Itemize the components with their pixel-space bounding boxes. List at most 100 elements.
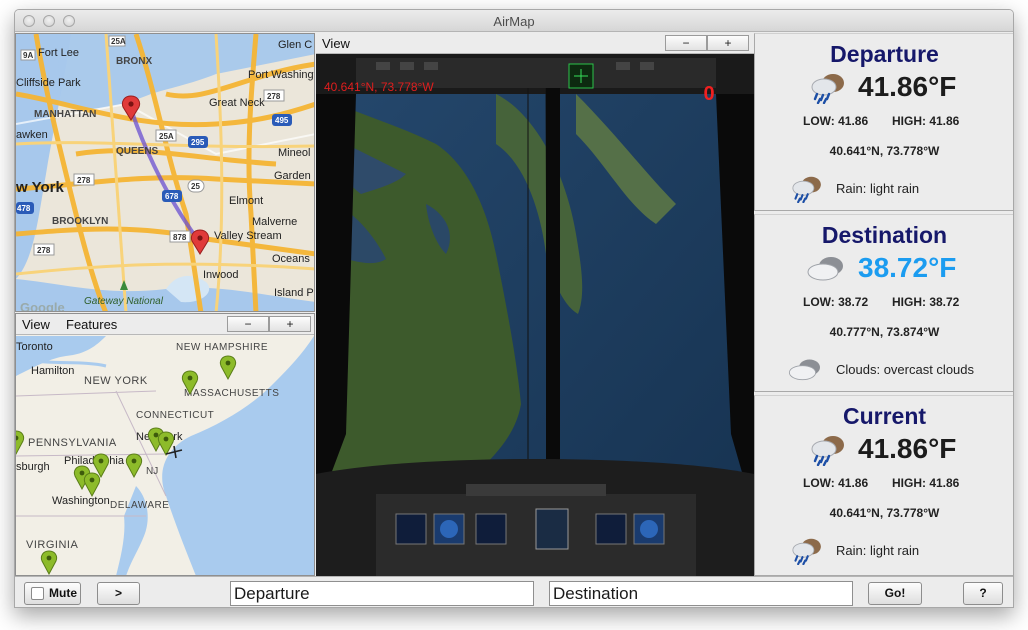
- route-shield-478: 478: [17, 204, 31, 213]
- current-conditions: Rain: light rain: [836, 543, 920, 558]
- title-bar: AirMap: [15, 10, 1013, 32]
- map-label-hawken: awken: [16, 129, 48, 141]
- region-label-massachusetts: MASSACHUSETTS: [184, 388, 279, 399]
- region-zoom-in-button[interactable]: +: [269, 316, 311, 332]
- map-label-fort-lee: Fort Lee: [38, 47, 79, 59]
- map-label-valley-stream: Valley Stream: [214, 230, 282, 242]
- rain-cloud-icon: [792, 538, 821, 565]
- route-shield-25a: 25A: [159, 132, 174, 141]
- departure-coordinates: 40.641°N, 73.778°W: [829, 144, 940, 158]
- route-shield-9a: 9A: [23, 51, 33, 60]
- region-label-toronto: Toronto: [16, 341, 53, 353]
- region-zoom-out-button[interactable]: −: [227, 316, 269, 332]
- current-weather-card: Current 41.86°F LOW: 41.86 HIGH: 41.86 4…: [754, 395, 1013, 576]
- map-label-garden: Garden: [274, 170, 311, 182]
- departure-input[interactable]: Departure: [230, 581, 534, 606]
- airport-pin-dot: [225, 360, 231, 366]
- region-label-nj: NJ: [146, 466, 158, 477]
- destination-conditions: Clouds: overcast clouds: [836, 362, 975, 377]
- help-button[interactable]: ?: [963, 582, 1003, 605]
- region-map[interactable]: View Features − + Toronto Hamilton NEW Y…: [15, 313, 315, 576]
- route-shield-878: 878: [173, 233, 187, 242]
- map-label-oceanside: Oceans: [272, 253, 310, 265]
- airport-pin-dot: [153, 432, 159, 438]
- cockpit-scene: [316, 54, 754, 576]
- map-label-elmont: Elmont: [229, 195, 263, 207]
- destination-high: HIGH: 38.72: [892, 295, 960, 309]
- rain-cloud-icon: [811, 74, 844, 104]
- destination-temperature: 38.72°F: [858, 252, 957, 283]
- airport-pin-dot: [163, 436, 169, 442]
- airport-pin-dot: [187, 375, 193, 381]
- map-label-glen-cove: Glen C: [278, 39, 312, 51]
- bottom-bar: Mute > Departure Destination Go! ?: [15, 576, 1013, 607]
- map-label-malverne: Malverne: [252, 216, 297, 228]
- region-menu-view[interactable]: View: [22, 317, 50, 332]
- cloud-icon: [807, 257, 843, 281]
- map-label-new-york: w York: [16, 179, 64, 196]
- region-label-washington: Washington: [52, 495, 110, 507]
- view-zoom-out-button[interactable]: −: [665, 35, 707, 51]
- route-shield-278-b: 278: [37, 246, 51, 255]
- altitude-readout: 0: [703, 83, 715, 105]
- weather-panel: Departure 41.86°F LOW: 41.86 HIGH: 41.86…: [754, 33, 1013, 576]
- region-label-virginia: VIRGINIA: [26, 539, 78, 551]
- map-label-brooklyn: BROOKLYN: [52, 216, 108, 227]
- cloud-icon: [788, 359, 820, 381]
- route-shield-278-a: 278: [77, 176, 91, 185]
- route-shield-25a-north: 25A: [111, 37, 126, 46]
- map-label-gateway: Gateway National: [84, 296, 164, 307]
- region-map-toolbar: View Features − +: [16, 314, 314, 335]
- mute-checkbox[interactable]: [31, 587, 44, 600]
- map-label-bronx: BRONX: [116, 56, 152, 67]
- go-button[interactable]: Go!: [868, 582, 922, 605]
- departure-title: Departure: [830, 41, 939, 67]
- region-label-pennsylvania: PENNSYLVANIA: [28, 437, 117, 449]
- view-menu[interactable]: View: [322, 36, 350, 51]
- current-title: Current: [842, 403, 927, 429]
- destination-low: LOW: 38.72: [803, 295, 869, 309]
- current-temperature: 41.86°F: [858, 433, 957, 464]
- route-map[interactable]: Fort Lee BRONX Glen C Cliffside Park Por…: [15, 33, 315, 312]
- airport-pin-dot: [89, 477, 95, 483]
- google-logo: Google: [20, 300, 65, 312]
- map-label-inwood: Inwood: [203, 269, 238, 281]
- departure-conditions: Rain: light rain: [836, 181, 920, 196]
- region-label-new-york-state: NEW YORK: [84, 375, 148, 387]
- region-label-new-hampshire: NEW HAMPSHIRE: [176, 342, 268, 353]
- route-shield-678: 678: [165, 192, 179, 201]
- departure-high: HIGH: 41.86: [892, 114, 960, 128]
- route-shield-25: 25: [191, 182, 200, 191]
- app-window: AirMap Fort Lee BRONX Glen C Cliffside P…: [14, 9, 1014, 608]
- region-label-connecticut: CONNECTICUT: [136, 410, 214, 421]
- current-coordinates: 40.641°N, 73.778°W: [829, 506, 940, 520]
- view-zoom-in-button[interactable]: +: [707, 35, 749, 51]
- map-label-manhattan: MANHATTAN: [34, 109, 96, 120]
- route-shield-278-c: 278: [267, 92, 281, 101]
- current-high: HIGH: 41.86: [892, 476, 960, 490]
- departure-weather-card: Departure 41.86°F LOW: 41.86 HIGH: 41.86…: [754, 33, 1013, 211]
- airport-pin-dot: [98, 458, 104, 464]
- airport-pin-dot: [131, 458, 137, 464]
- departure-low: LOW: 41.86: [803, 114, 869, 128]
- route-map-canvas[interactable]: Fort Lee BRONX Glen C Cliffside Park Por…: [16, 34, 315, 312]
- region-label-hamilton: Hamilton: [31, 365, 74, 377]
- region-label-pittsburgh: sburgh: [16, 461, 50, 473]
- map-label-island-park: Island Par: [274, 287, 315, 299]
- window-title: AirMap: [493, 14, 535, 29]
- region-map-canvas[interactable]: Toronto Hamilton NEW YORK NEW HAMPSHIRE …: [16, 336, 314, 576]
- destination-input[interactable]: Destination: [549, 581, 853, 606]
- region-label-delaware: DELAWARE: [110, 500, 169, 511]
- cockpit-view[interactable]: View − + 40.641°N, 73.778°W 0: [316, 33, 754, 576]
- rain-cloud-icon: [811, 436, 844, 466]
- mute-toggle[interactable]: Mute: [24, 582, 81, 605]
- destination-coordinates: 40.777°N, 73.874°W: [829, 325, 940, 339]
- map-label-queens: QUEENS: [116, 146, 159, 157]
- region-menu-features[interactable]: Features: [66, 317, 117, 332]
- airport-pin-dot: [79, 470, 85, 476]
- route-shield-295: 295: [191, 138, 205, 147]
- destination-weather-card: Destination 38.72°F LOW: 38.72 HIGH: 38.…: [754, 214, 1013, 392]
- next-button[interactable]: >: [97, 582, 140, 605]
- destination-title: Destination: [821, 222, 948, 248]
- rain-cloud-icon: [792, 176, 821, 203]
